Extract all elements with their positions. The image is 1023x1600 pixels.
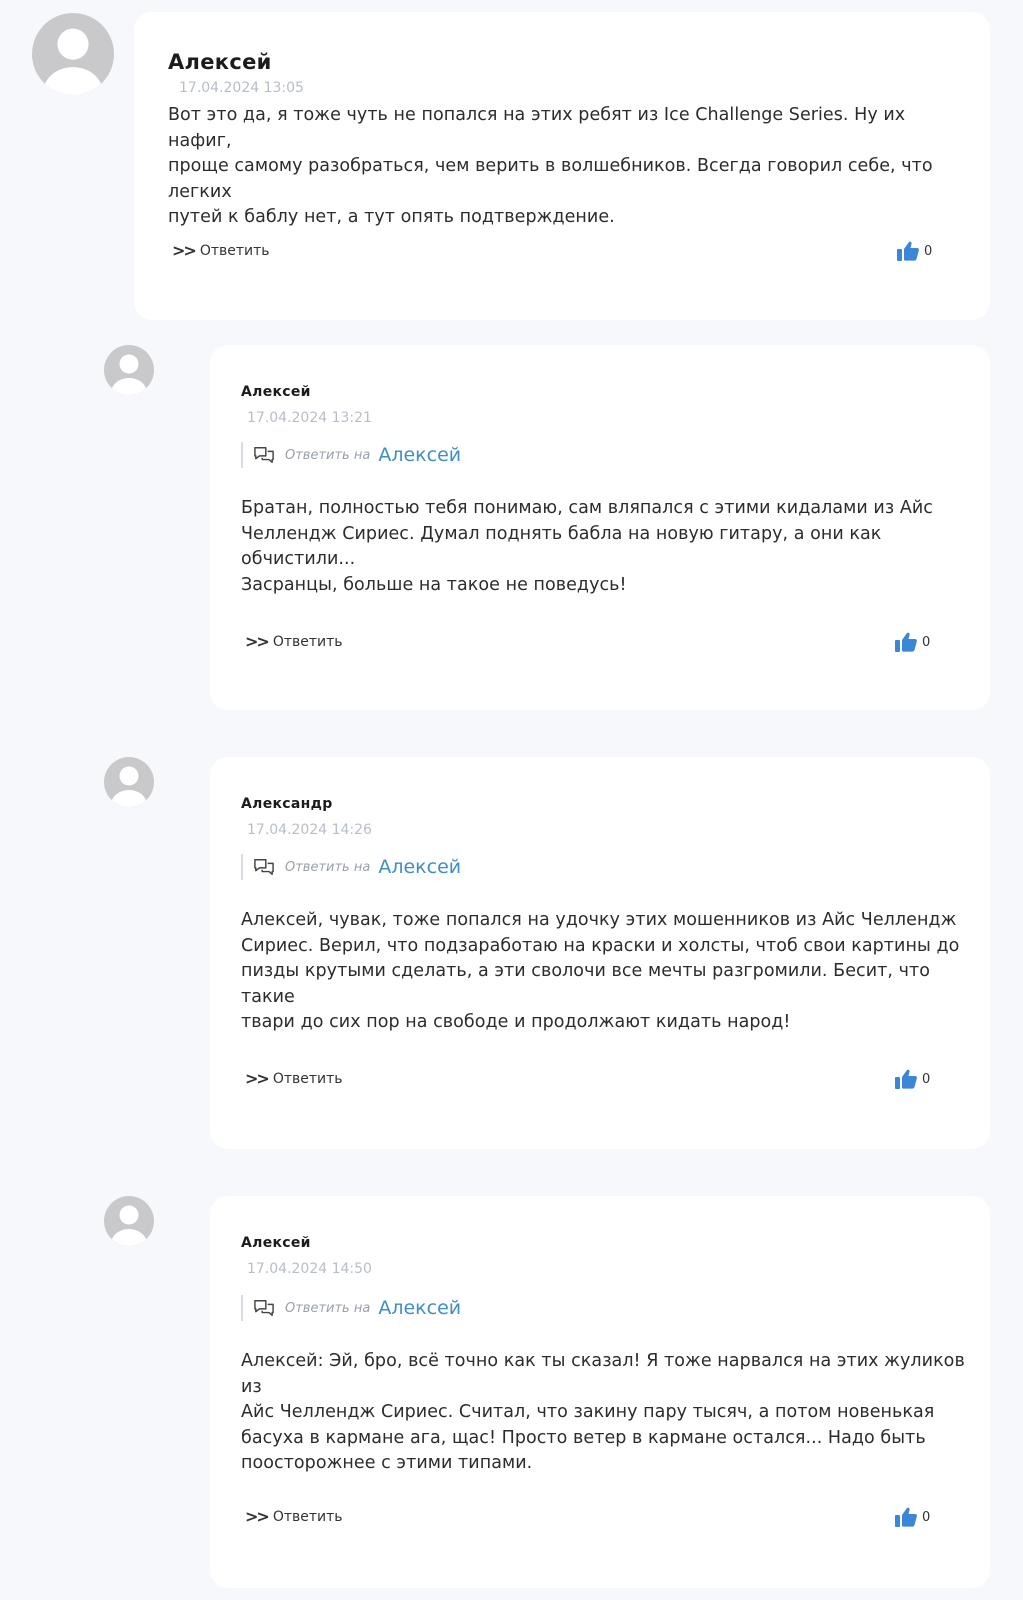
like-counter: 0	[894, 1068, 930, 1090]
comment-card: Алексей 17.04.2024 13:21 Ответить на Але…	[210, 345, 990, 710]
reply-to-author-link[interactable]: Алексей	[378, 444, 461, 466]
double-chevron-right-icon: >>	[245, 1507, 270, 1526]
reply-to-indicator: Ответить на Алексей	[241, 1295, 461, 1321]
like-count: 0	[922, 1509, 931, 1525]
avatar	[104, 345, 154, 395]
speech-bubbles-icon	[254, 859, 274, 875]
reply-to-prefix: Ответить на	[285, 859, 371, 875]
avatar	[104, 1196, 154, 1246]
reply-button-label: Ответить	[272, 1508, 343, 1525]
comment-author: Алексей	[241, 384, 311, 400]
like-counter: 0	[896, 240, 932, 262]
reply-to-author-link[interactable]: Алексей	[378, 1297, 461, 1319]
like-count: 0	[922, 634, 931, 650]
like-count: 0	[922, 1071, 931, 1087]
double-chevron-right-icon: >>	[245, 632, 270, 651]
reply-button[interactable]: >> Ответить	[245, 632, 343, 651]
reply-button[interactable]: >> Ответить	[245, 1069, 343, 1088]
reply-button[interactable]: >> Ответить	[172, 241, 270, 260]
like-counter: 0	[894, 1506, 930, 1528]
speech-bubbles-icon	[254, 1300, 274, 1316]
comment-text: Вот это да, я тоже чуть не попался на эт…	[168, 105, 933, 228]
comment-card: Алексей 17.04.2024 14:50 Ответить на Але…	[210, 1196, 990, 1588]
user-silhouette-icon	[111, 354, 147, 395]
reply-button-label: Ответить	[199, 242, 270, 259]
comment-date: 17.04.2024 14:26	[247, 822, 372, 838]
thumbs-up-icon[interactable]	[894, 1506, 918, 1528]
reply-button-label: Ответить	[272, 1070, 343, 1087]
reply-to-author-link[interactable]: Алексей	[378, 856, 461, 878]
like-counter: 0	[894, 631, 930, 653]
comment-date: 17.04.2024 13:05	[179, 80, 304, 96]
user-silhouette-icon	[111, 766, 147, 807]
thumbs-up-icon[interactable]	[894, 631, 918, 653]
comment-author: Алексей	[241, 1235, 311, 1251]
comment-text: Алексей: Эй, бро, всё точно как ты сказа…	[241, 1351, 965, 1474]
comment-date: 17.04.2024 14:50	[247, 1261, 372, 1277]
comment-text: Алексей, чувак, тоже попался на удочку э…	[241, 910, 960, 1033]
reply-to-indicator: Ответить на Алексей	[241, 854, 461, 880]
reply-button-label: Ответить	[272, 633, 343, 650]
speech-bubbles-icon	[254, 447, 274, 463]
reply-to-prefix: Ответить на	[285, 447, 371, 463]
reply-to-prefix: Ответить на	[285, 1300, 371, 1316]
comment-card: Алексей 17.04.2024 13:05 Вот это да, я т…	[134, 12, 990, 320]
user-silhouette-icon	[111, 1205, 147, 1246]
comment-author: Александр	[241, 796, 333, 812]
comment-date: 17.04.2024 13:21	[247, 410, 372, 426]
double-chevron-right-icon: >>	[245, 1069, 270, 1088]
reply-button[interactable]: >> Ответить	[245, 1507, 343, 1526]
thumbs-up-icon[interactable]	[894, 1068, 918, 1090]
comment-card: Александр 17.04.2024 14:26 Ответить на А…	[210, 757, 990, 1149]
comment-author: Алексей	[168, 50, 272, 74]
like-count: 0	[924, 243, 933, 259]
comment-text: Братан, полностью тебя понимаю, сам вляп…	[241, 498, 933, 595]
thumbs-up-icon[interactable]	[896, 240, 920, 262]
reply-to-indicator: Ответить на Алексей	[241, 442, 461, 468]
double-chevron-right-icon: >>	[172, 241, 197, 260]
user-silhouette-icon	[43, 28, 103, 95]
avatar	[104, 757, 154, 807]
avatar	[32, 13, 114, 95]
